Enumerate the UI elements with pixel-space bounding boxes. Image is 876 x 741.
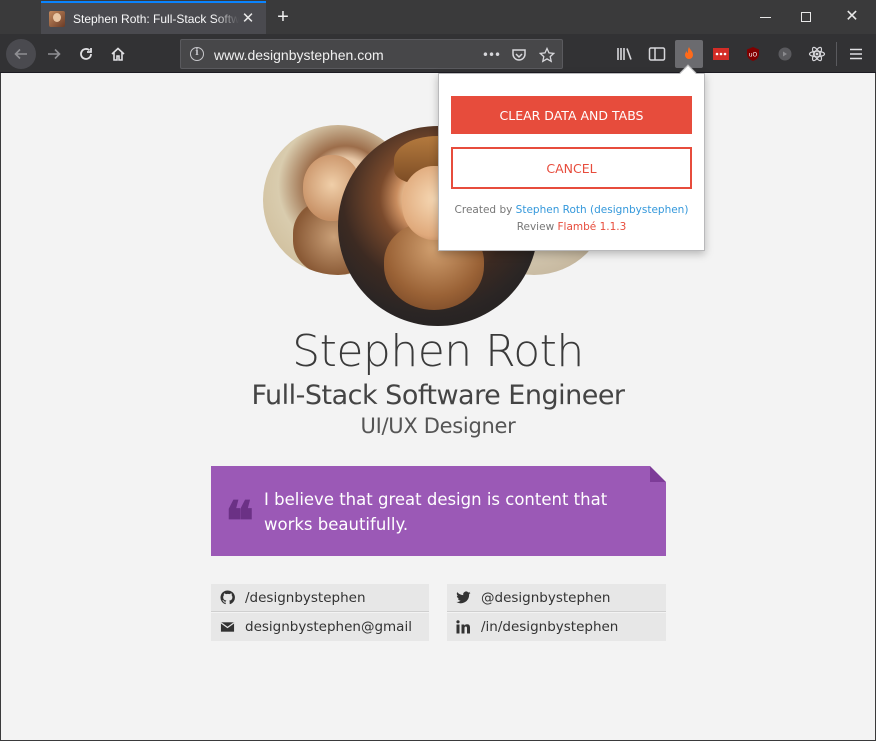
sidebar-icon[interactable] bbox=[646, 43, 668, 65]
maximize-button[interactable] bbox=[783, 0, 829, 34]
profile-name: Stephen Roth bbox=[292, 326, 584, 377]
tab-title: Stephen Roth: Full-Stack Software Engine… bbox=[73, 11, 239, 26]
linkedin-icon bbox=[455, 619, 471, 635]
author-link[interactable]: Stephen Roth (designbystephen) bbox=[516, 204, 689, 216]
clear-data-button[interactable]: CLEAR DATA AND TABS bbox=[451, 96, 692, 134]
svg-text:uO: uO bbox=[749, 52, 758, 59]
close-icon: ✕ bbox=[845, 8, 859, 25]
reload-icon bbox=[80, 48, 92, 60]
url-bar[interactable]: i www.designbystephen.com ••• bbox=[180, 39, 563, 69]
linkedin-link[interactable]: /in/designbystephen bbox=[447, 613, 666, 641]
library-icon[interactable] bbox=[614, 43, 636, 65]
credit-label: Created by bbox=[454, 204, 513, 216]
reload-button[interactable] bbox=[72, 40, 100, 68]
github-icon bbox=[219, 590, 235, 606]
email-link[interactable]: designbystephen@gmail bbox=[211, 613, 429, 641]
toolbar-divider bbox=[836, 42, 837, 66]
minimize-button[interactable] bbox=[742, 0, 788, 34]
back-button[interactable] bbox=[6, 39, 36, 69]
quote-mark-icon: ❝ bbox=[225, 489, 255, 553]
forward-button[interactable] bbox=[40, 40, 68, 68]
quote-text: I believe that great design is content t… bbox=[264, 490, 608, 534]
minimize-icon bbox=[759, 16, 771, 18]
back-arrow-icon bbox=[14, 48, 27, 60]
extension-icon[interactable] bbox=[774, 43, 796, 65]
page-actions-icon[interactable]: ••• bbox=[482, 46, 501, 64]
tab-close-icon[interactable]: ✕ bbox=[240, 10, 256, 26]
title-bar: Stephen Roth: Full-Stack Software Engine… bbox=[0, 0, 876, 34]
cancel-button[interactable]: CANCEL bbox=[451, 147, 692, 189]
flambe-flame-icon[interactable] bbox=[675, 40, 703, 68]
tab-active[interactable]: Stephen Roth: Full-Stack Software Engine… bbox=[41, 1, 266, 34]
react-devtools-icon[interactable] bbox=[806, 43, 828, 65]
pocket-icon[interactable] bbox=[510, 46, 528, 64]
email-address: designbystephen@gmail bbox=[245, 619, 412, 635]
info-icon[interactable]: i bbox=[190, 47, 204, 61]
new-tab-button[interactable]: + bbox=[272, 6, 294, 28]
navigation-toolbar: i www.designbystephen.com ••• uO bbox=[0, 34, 876, 73]
home-icon bbox=[111, 47, 125, 61]
review-label: Review bbox=[516, 221, 555, 233]
linkedin-handle: /in/designbystephen bbox=[481, 619, 619, 635]
hamburger-menu-icon[interactable] bbox=[845, 43, 867, 65]
flambe-popup: CLEAR DATA AND TABS CANCEL Created by St… bbox=[438, 64, 705, 251]
envelope-icon bbox=[219, 619, 235, 635]
url-text[interactable]: www.designbystephen.com bbox=[214, 47, 384, 63]
review-link[interactable]: Flambé 1.1.3 bbox=[558, 221, 627, 233]
lastpass-icon[interactable] bbox=[710, 43, 732, 65]
twitter-handle: @designbystephen bbox=[481, 589, 611, 606]
forward-arrow-icon bbox=[48, 48, 61, 60]
maximize-icon bbox=[801, 12, 811, 22]
github-link[interactable]: /designbystephen bbox=[211, 584, 429, 612]
github-handle: /designbystephen bbox=[245, 589, 366, 606]
window-close-button[interactable]: ✕ bbox=[829, 0, 875, 34]
profile-title: Full-Stack Software Engineer bbox=[251, 380, 625, 411]
ublock-icon[interactable]: uO bbox=[742, 43, 764, 65]
star-icon[interactable] bbox=[538, 46, 556, 64]
twitter-icon bbox=[455, 590, 471, 606]
home-button[interactable] bbox=[104, 40, 132, 68]
favicon-icon bbox=[49, 10, 65, 27]
popup-credit: Created by Stephen Roth (designbystephen… bbox=[439, 202, 704, 236]
profile-subtitle: UI/UX Designer bbox=[360, 414, 516, 438]
quote-fold bbox=[650, 466, 666, 482]
twitter-link[interactable]: @designbystephen bbox=[447, 584, 666, 612]
quote-block: ❝ I believe that great design is content… bbox=[211, 466, 666, 556]
